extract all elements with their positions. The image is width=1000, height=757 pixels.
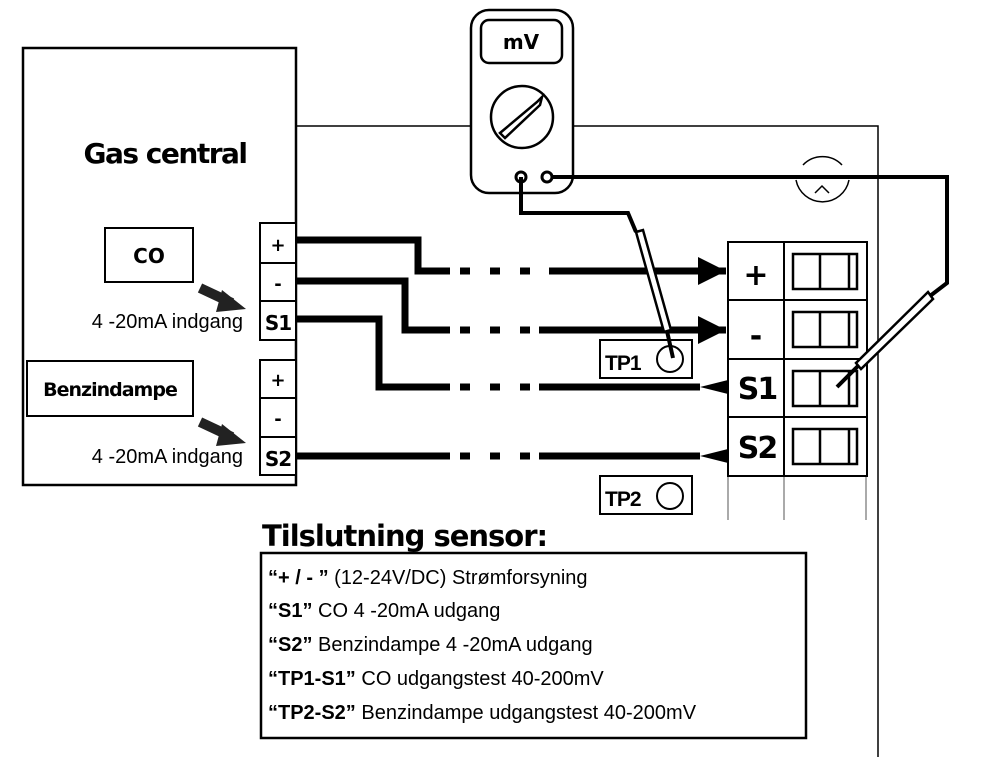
terminal-plus: + — [270, 370, 285, 391]
legend-key: “TP2-S2” — [268, 702, 356, 724]
legend-text: (12-24V/DC) Strømforsyning — [329, 567, 588, 589]
multimeter: mV — [469, 8, 575, 195]
legend-text: Benzindampe 4 -20mA udgang — [312, 634, 592, 656]
terminal-minus: - — [274, 274, 281, 295]
gas-central-panel: Gas central CO Benzindampe 4 -20mA indga… — [21, 46, 298, 487]
legend-row: “TP1-S1” CO udgangstest 40-200mV — [268, 668, 604, 690]
legend-text: CO 4 -20mA udgang — [312, 600, 500, 622]
legend-key: “S1” — [268, 600, 312, 622]
input-label-co: 4 -20mA indgang — [92, 311, 243, 333]
wire-minus — [296, 277, 450, 334]
sensor-terminal-s2: S2 — [738, 431, 777, 466]
rotary-arrow-icon — [795, 155, 850, 203]
gas-central-title: Gas central — [84, 137, 247, 170]
arrow-icon — [197, 283, 246, 312]
terminal-block-co: + - S1 — [259, 222, 297, 341]
tp2-label: TP2 — [605, 488, 641, 511]
legend-row: “+ / - ” (12-24V/DC) Strømforsyning — [268, 567, 588, 589]
legend-row: “TP2-S2” Benzindampe udgangstest 40-200m… — [268, 702, 697, 724]
dial-icon — [489, 84, 555, 150]
sensor-terminal-s1: S1 — [738, 372, 777, 407]
terminal-s2: S2 — [265, 447, 291, 471]
input-label-benzin: 4 -20mA indgang — [92, 446, 243, 468]
wiring-diagram: Gas central CO Benzindampe 4 -20mA indga… — [0, 0, 1000, 757]
sensor-terminal-block: + - S1 S2 — [727, 241, 868, 520]
terminal-block-benzin: + - S2 — [259, 359, 297, 476]
tp1-label: TP1 — [605, 352, 642, 375]
test-point-tp1: TP1 — [599, 339, 693, 379]
sensor-terminal-minus: - — [750, 319, 762, 354]
wire-plus — [296, 236, 450, 275]
legend-row: “S1” CO 4 -20mA udgang — [268, 600, 500, 622]
sensor-terminal-plus: + — [743, 258, 768, 293]
legend: Tilslutning sensor: “+ / - ” (12-24V/DC)… — [259, 519, 808, 740]
legend-title: Tilslutning sensor: — [262, 519, 547, 553]
benzin-label: Benzindampe — [43, 379, 177, 401]
arrow-icon — [197, 417, 246, 446]
multimeter-display-text: mV — [503, 30, 540, 54]
terminal-s1: S1 — [265, 311, 291, 335]
co-label: CO — [133, 244, 165, 268]
legend-key: “TP1-S1” — [268, 668, 356, 690]
legend-key: “S2” — [268, 634, 312, 656]
legend-row: “S2” Benzindampe 4 -20mA udgang — [268, 634, 593, 656]
terminal-minus: - — [274, 409, 281, 430]
diagram-canvas: Gas central CO Benzindampe 4 -20mA indga… — [21, 8, 949, 757]
legend-key: “+ / - ” — [268, 567, 329, 589]
test-point-tp2: TP2 — [599, 475, 693, 515]
legend-text: CO udgangstest 40-200mV — [356, 668, 605, 690]
terminal-plus: + — [270, 235, 285, 256]
legend-text: Benzindampe udgangstest 40-200mV — [356, 702, 697, 724]
